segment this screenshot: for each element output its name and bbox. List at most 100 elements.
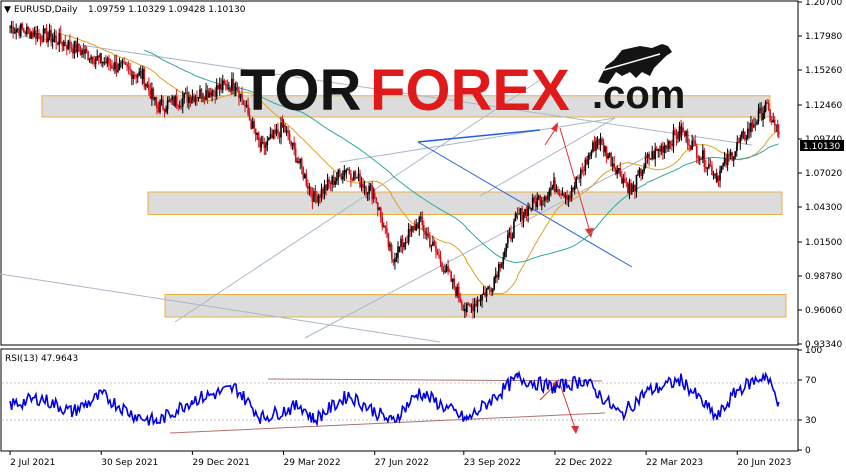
candle-body bbox=[274, 129, 276, 134]
candle-body bbox=[304, 174, 306, 179]
candle-body bbox=[581, 169, 584, 171]
candle-body bbox=[544, 196, 546, 202]
candle-body bbox=[256, 132, 259, 135]
candle-body bbox=[734, 151, 737, 157]
candle-body bbox=[261, 142, 264, 143]
time-tick-label: 27 Jun 2022 bbox=[375, 458, 429, 468]
candle-body bbox=[573, 185, 576, 190]
candle-body bbox=[163, 108, 166, 112]
candle-body bbox=[741, 132, 743, 138]
candle-body bbox=[22, 28, 25, 32]
candle-body bbox=[595, 141, 597, 151]
price-tick-label: 1.20700 bbox=[805, 0, 842, 8]
candle-body bbox=[400, 238, 402, 247]
candle-body bbox=[539, 196, 542, 206]
candle-body bbox=[578, 177, 581, 179]
candle-body bbox=[343, 170, 346, 177]
candle-body bbox=[88, 59, 91, 61]
candle-body bbox=[561, 193, 564, 196]
candle-body bbox=[759, 107, 761, 111]
candle-body bbox=[291, 142, 294, 146]
candle-body bbox=[575, 177, 578, 186]
candle-body bbox=[610, 153, 612, 167]
candle-body bbox=[196, 97, 198, 99]
candle-body bbox=[149, 90, 152, 99]
candle-body bbox=[470, 305, 473, 307]
candle-body bbox=[638, 168, 641, 175]
candle-body bbox=[218, 84, 221, 90]
candle-body bbox=[337, 169, 340, 179]
candle-body bbox=[728, 154, 730, 156]
symbol-triangle-icon[interactable]: ▼ bbox=[4, 5, 11, 15]
candle-body bbox=[637, 174, 639, 175]
candle-body bbox=[685, 131, 687, 137]
candle-body bbox=[271, 134, 273, 139]
candle-body bbox=[67, 40, 70, 50]
candle-body bbox=[231, 78, 233, 92]
candle-body bbox=[108, 57, 110, 65]
candle-body bbox=[311, 193, 314, 202]
candle-body bbox=[540, 200, 543, 206]
candle-body bbox=[214, 90, 216, 97]
candle-body bbox=[162, 99, 164, 109]
candle-body bbox=[487, 286, 489, 290]
candle-body bbox=[280, 122, 282, 138]
candle-body bbox=[313, 191, 315, 202]
candle-body bbox=[120, 62, 122, 64]
candle-body bbox=[762, 113, 764, 121]
candle-body bbox=[454, 287, 457, 296]
candle-body bbox=[674, 130, 676, 135]
candle-body bbox=[645, 155, 647, 158]
candle-body bbox=[317, 195, 320, 203]
candle-body bbox=[42, 28, 45, 42]
candle-body bbox=[691, 140, 693, 150]
candle-body bbox=[775, 124, 778, 126]
candle-body bbox=[643, 166, 645, 172]
candle-body bbox=[536, 197, 539, 208]
candle-body bbox=[608, 153, 611, 156]
candle-body bbox=[564, 195, 567, 198]
candle-body bbox=[507, 235, 509, 244]
candle-body bbox=[436, 251, 439, 255]
candle-body bbox=[226, 84, 229, 90]
candle-body bbox=[357, 173, 360, 178]
candle-body bbox=[725, 157, 727, 166]
candle-body bbox=[347, 169, 349, 171]
candle-body bbox=[655, 148, 658, 151]
candle-body bbox=[109, 64, 112, 66]
candle-body bbox=[202, 97, 204, 99]
candle-body bbox=[263, 142, 266, 148]
candle-body bbox=[383, 226, 385, 228]
candle-body bbox=[514, 214, 517, 222]
candle-body bbox=[632, 184, 635, 189]
candle-body bbox=[191, 95, 194, 100]
candle-body bbox=[711, 165, 713, 176]
candle-body bbox=[423, 224, 425, 232]
candle-body bbox=[354, 171, 357, 178]
candle-body bbox=[467, 303, 470, 305]
candle-body bbox=[766, 102, 768, 103]
candle-body bbox=[177, 105, 180, 108]
candle-body bbox=[403, 243, 405, 248]
candle-body bbox=[379, 207, 382, 218]
candle-body bbox=[736, 141, 739, 147]
candle-body bbox=[698, 158, 701, 160]
candle-body bbox=[764, 102, 767, 112]
candle-body bbox=[462, 305, 465, 311]
candle-body bbox=[290, 141, 292, 146]
candle-body bbox=[299, 158, 302, 164]
candle-body bbox=[459, 297, 462, 303]
candle-body bbox=[19, 24, 22, 36]
candle-body bbox=[381, 217, 384, 227]
candle-body bbox=[206, 89, 209, 98]
candle-body bbox=[329, 182, 332, 185]
candle-body bbox=[85, 49, 88, 52]
price-tick-label: 0.98780 bbox=[805, 272, 842, 282]
candle-body bbox=[221, 80, 224, 90]
rsi-panel-frame bbox=[0, 348, 799, 452]
candle-body bbox=[376, 202, 379, 210]
candle-body bbox=[416, 223, 419, 229]
candle-body bbox=[12, 26, 14, 34]
candle-body bbox=[476, 300, 479, 307]
candle-body bbox=[401, 238, 404, 248]
